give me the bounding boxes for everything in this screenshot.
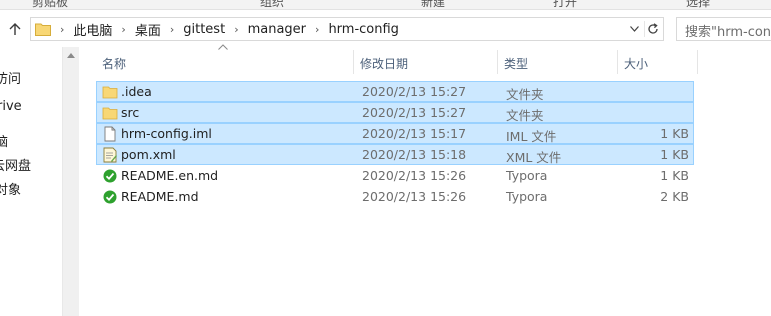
refresh-icon (648, 23, 658, 34)
nav-item-quick-access[interactable]: 访问 (0, 68, 21, 87)
file-type: 文件夹 (506, 108, 544, 123)
file-type: 文件夹 (506, 87, 544, 102)
refresh-button[interactable] (644, 21, 661, 37)
column-header-date-label: 修改日期 (360, 57, 409, 71)
file-name[interactable]: README.en.md (121, 168, 218, 183)
column-header-name-label: 名称 (102, 57, 127, 71)
breadcrumb-gittest[interactable]: gittest (183, 22, 225, 37)
column-header-size[interactable]: 大小 (618, 50, 698, 74)
typora-check-icon (103, 169, 117, 183)
file-name[interactable]: pom.xml (121, 147, 176, 162)
folder-icon (102, 86, 118, 99)
folder-icon (102, 107, 118, 120)
file-type: IML 文件 (506, 129, 557, 144)
nav-item-cloud-drive[interactable]: 云网盘 (0, 155, 31, 174)
file-row[interactable]: README.md 2020/2/13 15:26 Typora 2 KB (96, 186, 694, 207)
file-row[interactable]: README.en.md 2020/2/13 15:26 Typora 1 KB (96, 165, 694, 186)
ribbon-label-clipboard: 剪贴板 (32, 0, 69, 9)
nav-item-onedrive[interactable]: rive (0, 99, 22, 114)
ribbon-label-new: 新建 (421, 0, 446, 9)
chevron-right-icon: › (60, 22, 65, 36)
breadcrumb-desktop[interactable]: 桌面 (135, 20, 161, 39)
file-date: 2020/2/13 15:17 (362, 126, 467, 141)
chevron-right-icon[interactable]: › (121, 23, 125, 36)
file-name[interactable]: README.md (121, 189, 199, 204)
file-name[interactable]: hrm-config.iml (121, 126, 212, 141)
chevron-right-icon[interactable]: › (170, 23, 174, 36)
file-size: 1 KB (660, 147, 689, 162)
file-row[interactable]: pom.xml 2020/2/13 15:18 XML 文件 1 KB (96, 144, 694, 165)
arrow-up-icon (9, 23, 21, 35)
address-bar[interactable]: › 此电脑 › 桌面 › gittest › manager › hrm-con… (30, 17, 664, 41)
file-row[interactable]: hrm-config.iml 2020/2/13 15:17 IML 文件 1 … (96, 123, 694, 144)
folder-icon (35, 23, 51, 36)
chevron-right-icon[interactable]: › (315, 23, 319, 36)
file-row[interactable]: src 2020/2/13 15:27 文件夹 (96, 102, 694, 123)
navigation-pane: 访问 rive 脑 云网盘 对象 (0, 47, 62, 316)
xml-file-icon (103, 147, 117, 163)
file-size: 1 KB (660, 126, 689, 141)
column-header-name[interactable]: 名称 (96, 50, 354, 74)
file-date: 2020/2/13 15:18 (362, 147, 467, 162)
file-date: 2020/2/13 15:26 (362, 189, 467, 204)
up-button[interactable] (4, 18, 26, 40)
file-date: 2020/2/13 15:26 (362, 168, 467, 183)
nav-item-this-pc[interactable]: 脑 (0, 131, 8, 150)
ribbon-label-select: 选择 (686, 0, 711, 9)
column-header-type-label: 类型 (504, 57, 529, 71)
ribbon-label-organize: 组织 (260, 0, 285, 9)
address-history-dropdown[interactable] (627, 22, 641, 36)
file-date: 2020/2/13 15:27 (362, 105, 467, 120)
typora-check-icon (103, 190, 117, 204)
breadcrumb-this-pc[interactable]: 此电脑 (73, 20, 112, 39)
file-name[interactable]: .idea (121, 84, 152, 99)
ribbon-label-open: 打开 (553, 0, 578, 9)
ribbon-group-labels: 剪贴板 组织 新建 打开 选择 (0, 0, 771, 10)
breadcrumb-hrm-config[interactable]: hrm-config (328, 22, 399, 37)
file-type: Typora (506, 189, 548, 204)
document-icon (104, 126, 116, 142)
file-name[interactable]: src (121, 105, 139, 120)
file-type: XML 文件 (506, 150, 562, 165)
file-size: 1 KB (660, 168, 689, 183)
breadcrumb-manager[interactable]: manager (248, 22, 306, 37)
search-input[interactable]: 搜索"hrm-confi (676, 17, 771, 41)
column-header-date[interactable]: 修改日期 (354, 50, 498, 74)
file-row[interactable]: .idea 2020/2/13 15:27 文件夹 (96, 81, 694, 102)
column-header-size-label: 大小 (624, 57, 649, 71)
file-size: 2 KB (660, 189, 689, 204)
file-date: 2020/2/13 15:27 (362, 84, 467, 99)
scroll-up-arrow-icon[interactable] (67, 53, 75, 58)
search-placeholder: 搜索"hrm-confi (685, 25, 771, 40)
file-type: Typora (506, 168, 548, 183)
chevron-right-icon[interactable]: › (234, 23, 238, 36)
navigation-scrollbar[interactable] (62, 47, 79, 316)
chevron-down-icon (629, 26, 639, 32)
nav-item-3d-objects[interactable]: 对象 (0, 179, 21, 198)
column-header-type[interactable]: 类型 (498, 50, 618, 74)
